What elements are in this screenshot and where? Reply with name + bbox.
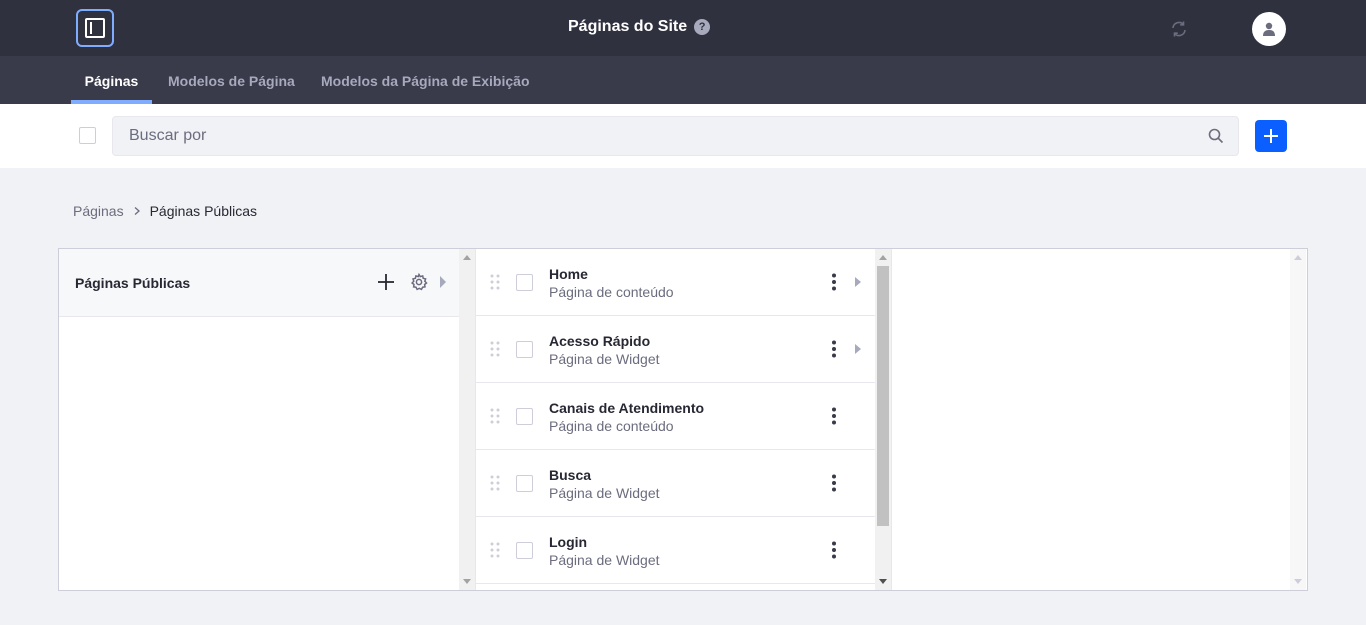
- scroll-up-arrow[interactable]: [1294, 255, 1302, 260]
- root-column-header[interactable]: Páginas Públicas: [59, 249, 459, 317]
- search-field: [112, 116, 1239, 156]
- miller-columns: Páginas Públicas Home Página de conteúdo: [58, 248, 1308, 591]
- navigation-tabs: Páginas Modelos de Página Modelos da Pág…: [0, 56, 1366, 104]
- row-checkbox[interactable]: [516, 542, 533, 559]
- page-type: Página de Widget: [549, 351, 660, 367]
- page-title-login[interactable]: Login: [549, 534, 587, 550]
- plus-icon: [1264, 129, 1278, 143]
- drag-handle-icon[interactable]: [490, 475, 500, 491]
- select-all-checkbox[interactable]: [79, 127, 96, 144]
- page-title-acesso-rapido[interactable]: Acesso Rápido: [549, 333, 650, 349]
- page-row[interactable]: Canais de Atendimento Página de conteúdo: [476, 383, 875, 450]
- tab-paginas[interactable]: Páginas: [71, 56, 152, 104]
- page-title-home[interactable]: Home: [549, 266, 588, 282]
- breadcrumb: Páginas Páginas Públicas: [73, 203, 257, 219]
- root-column: Páginas Públicas: [59, 249, 459, 590]
- page-title: Páginas do Site: [568, 18, 688, 35]
- management-toolbar: [0, 104, 1366, 168]
- user-avatar-button[interactable]: [1252, 12, 1286, 46]
- page-type: Página de conteúdo: [549, 418, 674, 434]
- drag-handle-icon[interactable]: [490, 274, 500, 290]
- scroll-down-arrow[interactable]: [879, 579, 887, 584]
- page-row[interactable]: Home Página de conteúdo: [476, 249, 875, 316]
- search-input[interactable]: [113, 117, 1193, 155]
- page-title-group: Páginas do Site ?: [568, 18, 711, 36]
- drag-handle-icon[interactable]: [490, 408, 500, 424]
- caret-right-icon[interactable]: [854, 343, 862, 355]
- help-icon[interactable]: ?: [694, 19, 711, 35]
- kebab-menu-icon[interactable]: [830, 474, 838, 492]
- user-icon: [1263, 22, 1275, 36]
- add-child-page-icon[interactable]: [376, 272, 396, 292]
- page-type: Página de Widget: [549, 485, 660, 501]
- pages-column: Home Página de conteúdo Acesso Rápido Pá…: [475, 249, 875, 590]
- sidebar-panel-icon: [85, 18, 105, 38]
- scroll-up-arrow[interactable]: [879, 255, 887, 260]
- row-checkbox[interactable]: [516, 274, 533, 291]
- chevron-right-icon: [134, 207, 140, 215]
- caret-right-icon: [440, 276, 446, 288]
- sync-icon[interactable]: [1169, 19, 1189, 39]
- page-type: Página de conteúdo: [549, 284, 674, 300]
- drag-handle-icon[interactable]: [490, 341, 500, 357]
- row-checkbox[interactable]: [516, 475, 533, 492]
- kebab-menu-icon[interactable]: [830, 541, 838, 559]
- children-column-scrollbar[interactable]: [1290, 249, 1306, 590]
- breadcrumb-link-paginas[interactable]: Páginas: [73, 203, 124, 219]
- gear-icon[interactable]: [410, 273, 428, 291]
- sidebar-toggle-button[interactable]: [76, 9, 114, 47]
- children-column: [891, 249, 1307, 590]
- breadcrumb-current: Páginas Públicas: [149, 203, 257, 219]
- page-title-busca[interactable]: Busca: [549, 467, 591, 483]
- tab-modelos-pagina-exibicao[interactable]: Modelos da Página de Exibição: [321, 56, 530, 104]
- page-row[interactable]: Busca Página de Widget: [476, 450, 875, 517]
- scrollbar-thumb[interactable]: [877, 266, 889, 526]
- page-row[interactable]: Login Página de Widget: [476, 517, 875, 584]
- scroll-down-arrow[interactable]: [463, 579, 471, 584]
- scroll-down-arrow[interactable]: [1294, 579, 1302, 584]
- kebab-menu-icon[interactable]: [830, 407, 838, 425]
- root-column-scrollbar[interactable]: [459, 249, 475, 590]
- page-row[interactable]: Acesso Rápido Página de Widget: [476, 316, 875, 383]
- search-icon[interactable]: [1208, 128, 1224, 144]
- add-page-button[interactable]: [1255, 120, 1287, 152]
- tab-modelos-de-pagina[interactable]: Modelos de Página: [168, 56, 295, 104]
- root-column-title: Páginas Públicas: [75, 275, 191, 291]
- drag-handle-icon[interactable]: [490, 542, 500, 558]
- kebab-menu-icon[interactable]: [830, 340, 838, 358]
- top-header: Páginas do Site ?: [0, 0, 1366, 56]
- scroll-up-arrow[interactable]: [463, 255, 471, 260]
- page-type: Página de Widget: [549, 552, 660, 568]
- page-title-canais-atendimento[interactable]: Canais de Atendimento: [549, 400, 704, 416]
- row-checkbox[interactable]: [516, 408, 533, 425]
- caret-right-icon[interactable]: [854, 276, 862, 288]
- pages-column-scrollbar[interactable]: [875, 249, 891, 590]
- kebab-menu-icon[interactable]: [830, 273, 838, 291]
- row-checkbox[interactable]: [516, 341, 533, 358]
